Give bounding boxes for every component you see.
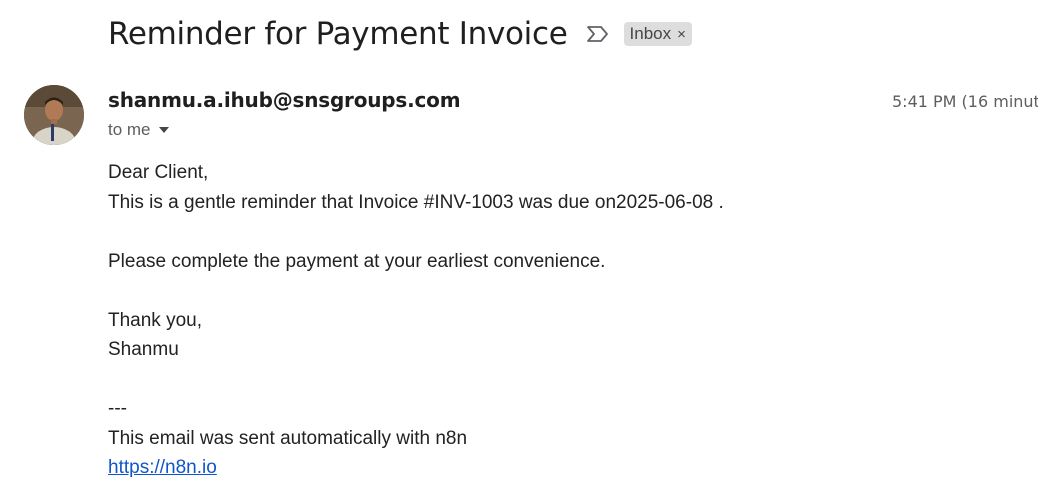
avatar[interactable]: [24, 85, 84, 145]
subject-row: Reminder for Payment Invoice Inbox ×: [108, 12, 692, 56]
label-chip-inbox: Inbox ×: [623, 22, 692, 46]
recipient-text: to me: [108, 120, 151, 139]
email-subject: Reminder for Payment Invoice: [108, 16, 568, 52]
body-line: Shanmu: [108, 339, 179, 360]
recipient-details[interactable]: to me: [108, 120, 169, 140]
body-line: [108, 217, 724, 247]
n8n-link[interactable]: https://n8n.io: [108, 457, 217, 478]
email-view: Reminder for Payment Invoice Inbox × sha…: [0, 0, 1038, 499]
body-line: Thank you,: [108, 309, 202, 331]
chevron-down-icon[interactable]: [158, 127, 169, 133]
label-chip-text: Inbox: [629, 24, 672, 43]
body-line: Dear Client,: [108, 162, 209, 183]
important-marker-icon[interactable]: [586, 24, 612, 44]
close-icon[interactable]: ×: [677, 27, 686, 42]
sender-address: shanmu.a.ihub@snsgroups.com: [108, 88, 461, 112]
email-body: Dear Client, This is a gentle reminder t…: [108, 158, 724, 483]
email-timestamp: 5:41 PM (16 minute: [892, 92, 1038, 111]
body-line: ---: [108, 398, 127, 419]
body-line: This is a gentle reminder that Invoice #…: [108, 191, 724, 213]
body-line: [108, 365, 724, 395]
body-link-line: https://n8n.io: [108, 453, 724, 483]
body-line: [108, 276, 724, 306]
body-line: This email was sent automatically with n…: [108, 427, 468, 449]
body-line: Please complete the payment at your earl…: [108, 250, 606, 272]
